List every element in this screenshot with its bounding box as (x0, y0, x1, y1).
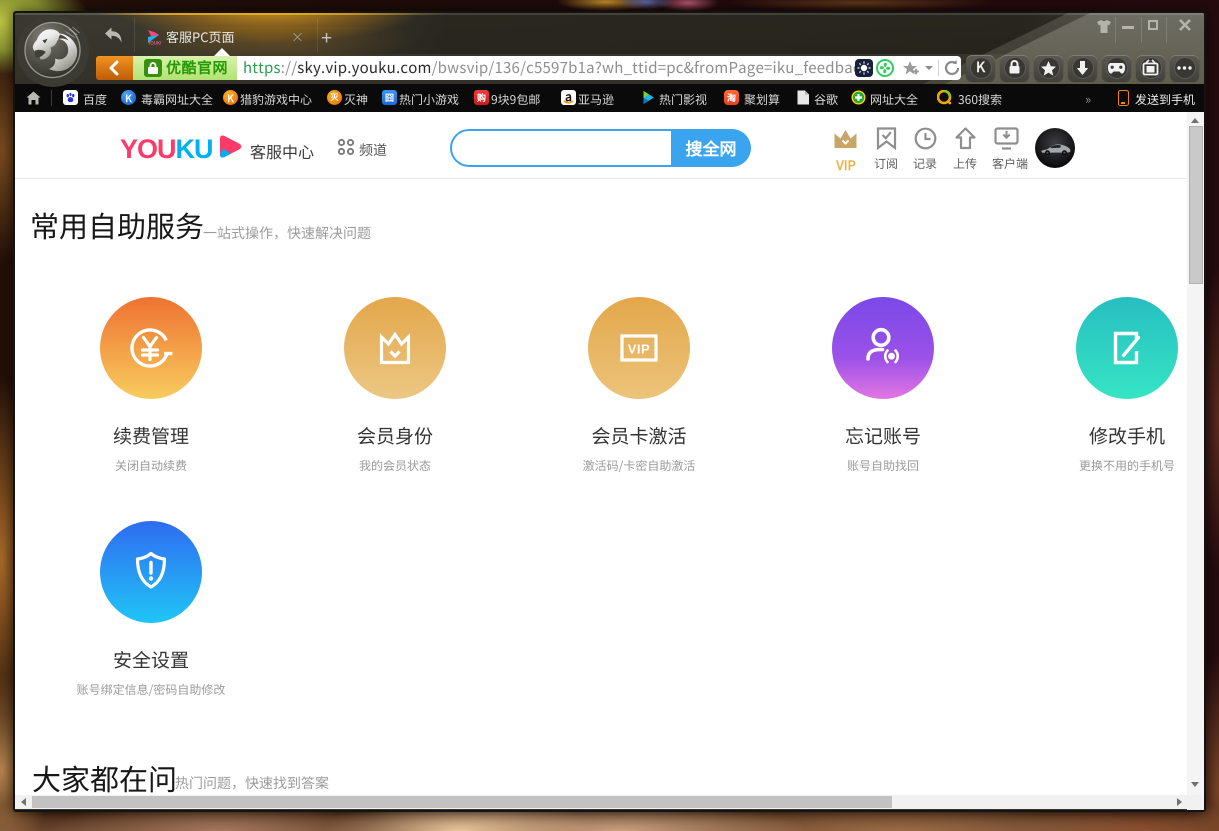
svg-text:YOUKU: YOUKU (147, 41, 161, 46)
svg-text:VIP: VIP (628, 342, 650, 357)
